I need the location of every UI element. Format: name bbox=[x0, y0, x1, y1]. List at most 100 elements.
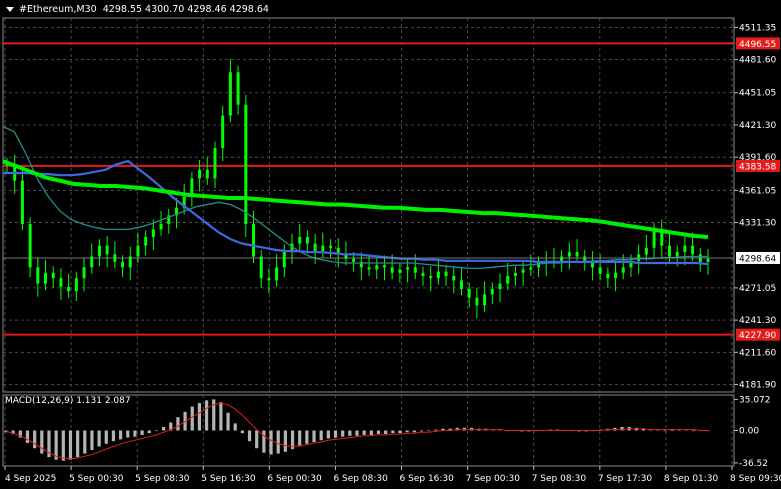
macd-bar bbox=[226, 412, 230, 431]
price-candle-body bbox=[644, 247, 648, 255]
macd-bar bbox=[298, 430, 302, 447]
macd-bar bbox=[362, 430, 366, 435]
time-tick-label: 7 Sep 08:30 bbox=[532, 474, 587, 484]
price-candle-body bbox=[567, 252, 571, 257]
macd-bar bbox=[419, 430, 424, 432]
price-candle-body bbox=[675, 252, 679, 257]
macd-tick-label: 0.00 bbox=[739, 427, 759, 437]
macd-header: MACD(12,26,9) 1.131 2.087 bbox=[5, 396, 131, 406]
macd-bar bbox=[255, 430, 259, 449]
price-candle-body bbox=[436, 271, 440, 279]
time-tick-label: 8 Sep 09:30 bbox=[730, 474, 781, 484]
macd-bar bbox=[283, 430, 287, 452]
price-candle-body bbox=[498, 283, 502, 290]
ma-mid-line bbox=[3, 160, 709, 266]
macd-bar bbox=[176, 417, 180, 431]
macd-bar bbox=[40, 430, 44, 454]
price-candle-body bbox=[382, 265, 386, 268]
price-candle-body bbox=[144, 236, 148, 246]
price-candle-body bbox=[706, 258, 710, 262]
macd-bar bbox=[269, 430, 273, 455]
macd-bar bbox=[326, 430, 330, 439]
price-candle-body bbox=[367, 267, 371, 270]
macd-bar bbox=[276, 430, 280, 454]
price-tick-label: 4331.30 bbox=[739, 219, 776, 229]
price-candle-body bbox=[198, 169, 202, 179]
price-candle-body bbox=[521, 269, 525, 273]
price-candle-body bbox=[413, 267, 417, 273]
price-candle-body bbox=[136, 245, 140, 257]
price-candle-body bbox=[59, 278, 63, 287]
macd-bar bbox=[391, 430, 395, 434]
price-candle-body bbox=[36, 267, 40, 284]
price-candle-body bbox=[20, 180, 24, 224]
price-candle-body bbox=[506, 276, 510, 284]
level-tag-label: 4383.58 bbox=[739, 162, 776, 172]
price-candle-body bbox=[28, 223, 32, 268]
current-price-label: 4298.64 bbox=[739, 254, 776, 264]
macd-bar bbox=[312, 430, 316, 443]
price-candle-body bbox=[221, 115, 225, 149]
macd-bar bbox=[355, 430, 359, 436]
price-candle-body bbox=[74, 278, 78, 292]
time-tick-label: 8 Sep 01:30 bbox=[664, 474, 719, 484]
price-candle-body bbox=[159, 223, 163, 230]
macd-bar bbox=[305, 430, 309, 444]
macd-bar bbox=[262, 430, 266, 453]
price-candle-body bbox=[205, 169, 209, 179]
price-candle-body bbox=[583, 256, 587, 261]
time-tick-label: 4 Sep 2025 bbox=[5, 474, 56, 484]
time-tick-label: 7 Sep 00:30 bbox=[466, 474, 521, 484]
price-tick-label: 4241.30 bbox=[739, 316, 776, 326]
price-candle-body bbox=[390, 267, 394, 273]
price-candle-body bbox=[82, 267, 86, 279]
dropdown-triangle-icon[interactable] bbox=[6, 7, 14, 12]
chart-header: #Ethereum,M30 4298.55 4300.70 4298.46 42… bbox=[6, 4, 269, 15]
time-tick-label: 7 Sep 17:30 bbox=[598, 474, 653, 484]
price-candle-body bbox=[606, 273, 610, 279]
macd-bar bbox=[190, 406, 194, 431]
macd-bar bbox=[90, 430, 94, 451]
macd-bar bbox=[204, 400, 209, 431]
macd-bar bbox=[398, 430, 402, 434]
price-candle-body bbox=[275, 267, 279, 281]
macd-bar bbox=[369, 430, 373, 435]
price-candle-body bbox=[313, 243, 317, 252]
price-tick-label: 4361.05 bbox=[739, 186, 776, 196]
price-tick-label: 4451.05 bbox=[739, 89, 776, 99]
price-candle-body bbox=[259, 256, 263, 279]
price-candle-body bbox=[44, 272, 48, 284]
macd-bar bbox=[412, 430, 416, 433]
time-tick-label: 6 Sep 08:30 bbox=[333, 474, 388, 484]
macd-bar bbox=[104, 430, 108, 444]
price-candle-body bbox=[213, 148, 217, 179]
price-candle-body bbox=[652, 229, 656, 248]
macd-bar bbox=[147, 430, 151, 434]
macd-bar bbox=[384, 430, 388, 435]
price-candle-body bbox=[467, 289, 471, 298]
price-candle-body bbox=[352, 258, 356, 262]
price-candle-body bbox=[244, 104, 248, 224]
price-candle-body bbox=[252, 223, 256, 257]
macd-bar bbox=[240, 430, 244, 434]
macd-bar bbox=[348, 430, 352, 436]
macd-bar bbox=[219, 402, 223, 431]
price-candle-body bbox=[329, 245, 333, 248]
level-tag-label: 4496.55 bbox=[739, 40, 776, 50]
macd-bar bbox=[247, 430, 252, 442]
macd-bar bbox=[319, 430, 323, 441]
price-candle-body bbox=[513, 272, 517, 277]
price-candle-body bbox=[267, 278, 271, 281]
macd-bar bbox=[663, 430, 667, 432]
chart-canvas[interactable]: 4511.354481.604451.054421.304391.604361.… bbox=[0, 0, 781, 489]
ma-fast-line bbox=[2, 125, 708, 270]
macd-bar bbox=[33, 430, 37, 449]
price-tick-label: 4481.60 bbox=[739, 56, 776, 66]
symbol-label: #Ethereum,M30 bbox=[19, 4, 97, 15]
time-tick-label: 6 Sep 16:30 bbox=[400, 474, 455, 484]
price-candle-body bbox=[151, 229, 155, 237]
price-candle-body bbox=[452, 276, 456, 281]
price-candle-body bbox=[667, 245, 671, 257]
macd-bar bbox=[111, 430, 116, 442]
macd-bar bbox=[434, 429, 438, 431]
